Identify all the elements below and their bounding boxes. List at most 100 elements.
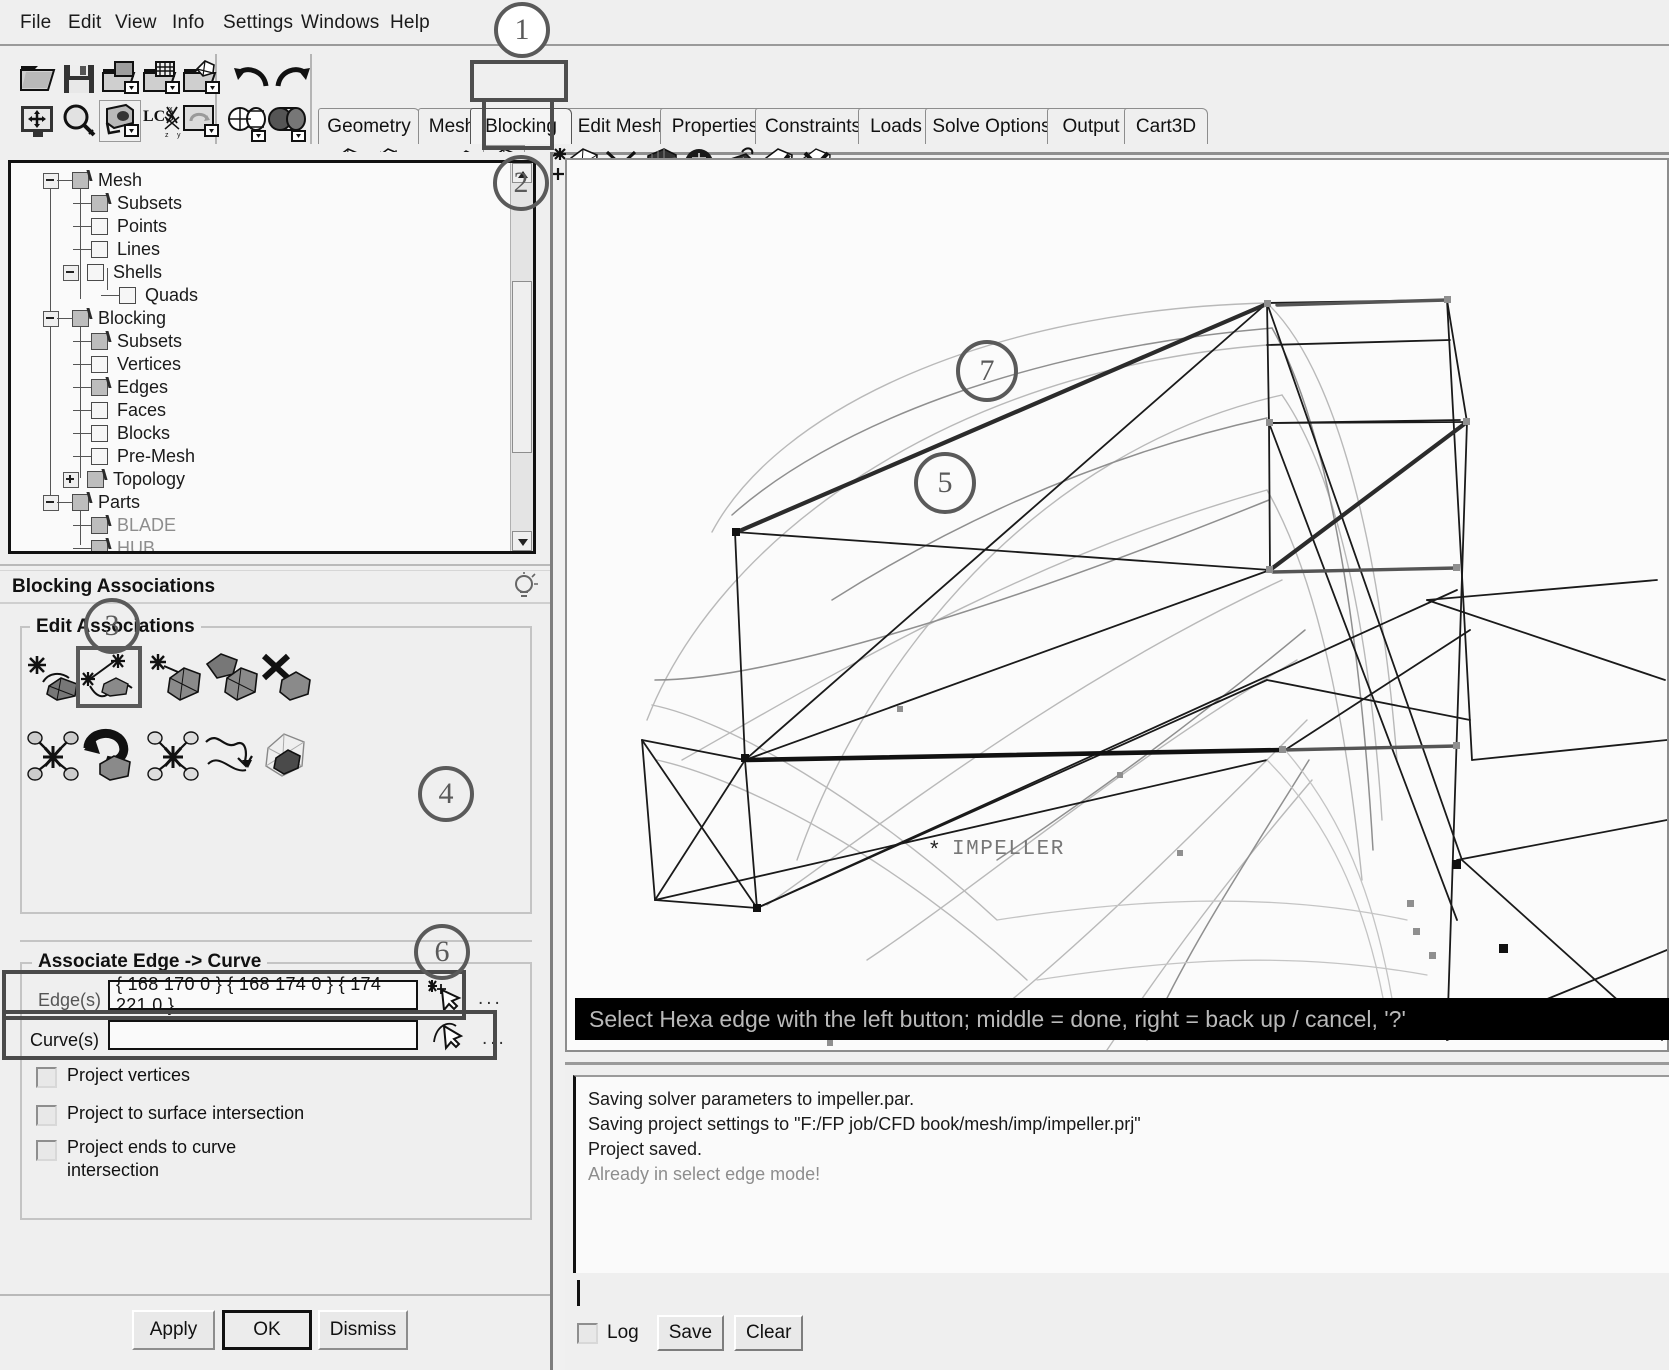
display-wire-icon[interactable] — [226, 103, 266, 143]
tree-node-points[interactable]: Points — [73, 215, 167, 238]
tree-node-mesh-subsets[interactable]: Subsets — [73, 192, 182, 215]
checkbox-blade[interactable] — [91, 517, 108, 534]
tree-node-faces[interactable]: Faces — [73, 399, 166, 422]
tab-loads[interactable]: Loads — [858, 108, 934, 144]
menu-edit[interactable]: Edit — [68, 12, 102, 34]
associate-edge-to-curve-icon[interactable] — [76, 646, 142, 708]
group-edges-icon[interactable] — [25, 730, 83, 784]
tree-node-topology[interactable]: Topology — [63, 468, 185, 491]
project-vertices-checkbox-row[interactable]: Project vertices — [36, 1065, 436, 1088]
lcs-icon[interactable]: LCS x z y — [141, 103, 181, 143]
project-vertices-checkbox[interactable] — [36, 1067, 57, 1088]
edges-more-dots[interactable]: ... — [478, 988, 503, 1010]
tab-solve-options[interactable]: Solve Options — [925, 108, 1058, 144]
menu-info[interactable]: Info — [172, 12, 205, 34]
checkbox-topology[interactable] — [87, 471, 104, 488]
checkbox-blocking-subsets[interactable] — [91, 333, 108, 350]
checkbox-parts[interactable] — [72, 494, 89, 511]
display-solid-icon[interactable] — [266, 103, 306, 143]
tree-node-edges[interactable]: Edges — [73, 376, 168, 399]
tree-node-blocking-subsets[interactable]: Subsets — [73, 330, 182, 353]
redo-icon[interactable] — [272, 60, 312, 100]
tab-geometry[interactable]: Geometry — [318, 108, 420, 144]
associate-block-to-volume-icon[interactable] — [203, 650, 261, 704]
load-blocking-icon[interactable] — [181, 60, 221, 100]
fit-to-screen-icon[interactable] — [18, 103, 58, 143]
log-checkbox[interactable] — [577, 1322, 598, 1344]
checkbox-hub[interactable] — [91, 540, 108, 551]
checkbox-mesh-subsets[interactable] — [91, 195, 108, 212]
menu-settings[interactable]: Settings — [223, 12, 293, 34]
message-log[interactable]: Saving solver parameters to impeller.par… — [573, 1075, 1669, 1273]
log-save-button[interactable]: Save — [656, 1315, 725, 1351]
checkbox-vertices[interactable] — [91, 356, 108, 373]
associate-vertex-to-point-icon[interactable] — [27, 652, 85, 706]
tree-label: Mesh — [98, 170, 143, 190]
load-mesh-icon[interactable] — [141, 60, 181, 100]
tab-output[interactable]: Output — [1047, 108, 1135, 144]
zoom-box-icon[interactable] — [60, 103, 100, 143]
main-toolbar: LCS x z y Geometry Mesh Blocking Edit Me… — [0, 46, 1669, 187]
undo-icon[interactable] — [230, 60, 270, 100]
tree-node-hub[interactable]: HUB — [73, 537, 155, 551]
tree-node-lines[interactable]: Lines — [73, 238, 160, 261]
ok-button[interactable]: OK — [222, 1310, 312, 1350]
tree-label: Parts — [98, 492, 141, 512]
expander-minus-icon[interactable] — [63, 264, 79, 281]
expander-plus-icon[interactable] — [63, 471, 79, 488]
tree-node-vertices[interactable]: Vertices — [73, 353, 181, 376]
checkbox-points[interactable] — [91, 218, 108, 235]
log-line: Saving solver parameters to impeller.par… — [588, 1089, 915, 1109]
tree-connector — [73, 341, 91, 342]
tab-properties[interactable]: Properties — [660, 108, 770, 144]
tree-label: Vertices — [117, 354, 182, 374]
ungroup-edges-icon[interactable] — [145, 730, 203, 784]
checkbox-lines[interactable] — [91, 241, 108, 258]
checkbox-pre-mesh[interactable] — [91, 448, 108, 465]
menu-view[interactable]: View — [115, 12, 157, 34]
checkbox-quads[interactable] — [119, 287, 136, 304]
tree-node-shells[interactable]: Shells — [63, 261, 162, 284]
scrollbar-thumb[interactable] — [512, 281, 532, 453]
tree-node-blade[interactable]: BLADE — [73, 514, 176, 537]
project-ends-curve-intersection-checkbox-row[interactable]: Project ends to curve intersection — [36, 1136, 356, 1182]
menu-help[interactable]: Help — [390, 12, 430, 34]
checkbox-blocking[interactable] — [72, 310, 89, 327]
log-clear-button[interactable]: Clear — [734, 1315, 804, 1351]
callout-5: 5 — [914, 452, 976, 514]
checkbox-blocks[interactable] — [91, 425, 108, 442]
tree-node-quads[interactable]: Quads — [101, 284, 198, 307]
tree-label: BLADE — [117, 515, 177, 535]
checkbox-mesh[interactable] — [72, 172, 89, 189]
open-folder-icon[interactable] — [18, 60, 58, 100]
associate-face-to-surface-icon[interactable] — [148, 652, 206, 706]
apply-button[interactable]: Apply — [132, 1310, 215, 1350]
disassociate-icon[interactable] — [258, 650, 316, 704]
load-geometry-icon[interactable] — [100, 60, 140, 100]
update-associations-icon[interactable] — [256, 728, 314, 782]
reverse-direction-icon[interactable] — [80, 726, 138, 781]
tree-node-blocks[interactable]: Blocks — [73, 422, 170, 445]
project-surface-intersection-checkbox[interactable] — [36, 1105, 57, 1126]
model-tree[interactable]: Mesh Subsets Points Lines Shells Quads B… — [8, 160, 536, 554]
tab-cart3d[interactable]: Cart3D — [1124, 108, 1208, 144]
checkbox-faces[interactable] — [91, 402, 108, 419]
tree-connector — [73, 226, 91, 227]
refresh-view-icon[interactable] — [181, 103, 221, 143]
checkbox-edges[interactable] — [91, 379, 108, 396]
snap-project-vertices-icon[interactable] — [202, 730, 260, 784]
project-surface-intersection-checkbox-row[interactable]: Project to surface intersection — [36, 1103, 456, 1126]
save-disk-icon[interactable] — [60, 60, 100, 100]
menu-file[interactable]: File — [20, 12, 51, 34]
dismiss-button[interactable]: Dismiss — [318, 1310, 408, 1350]
3d-viewport[interactable]: * IMPELLER — [565, 158, 1669, 1052]
tab-edit-mesh[interactable]: Edit Mesh — [566, 108, 674, 144]
tree-node-pre-mesh[interactable]: Pre-Mesh — [73, 445, 195, 468]
checkbox-shells[interactable] — [87, 264, 104, 281]
menu-windows[interactable]: Windows — [301, 12, 379, 34]
tree-vertical-scrollbar[interactable] — [510, 163, 533, 551]
scroll-down-arrow-icon[interactable] — [512, 531, 532, 551]
project-ends-curve-intersection-checkbox[interactable] — [36, 1140, 57, 1161]
tab-constraints[interactable]: Constraints — [755, 108, 871, 144]
measure-icon[interactable] — [99, 100, 141, 142]
